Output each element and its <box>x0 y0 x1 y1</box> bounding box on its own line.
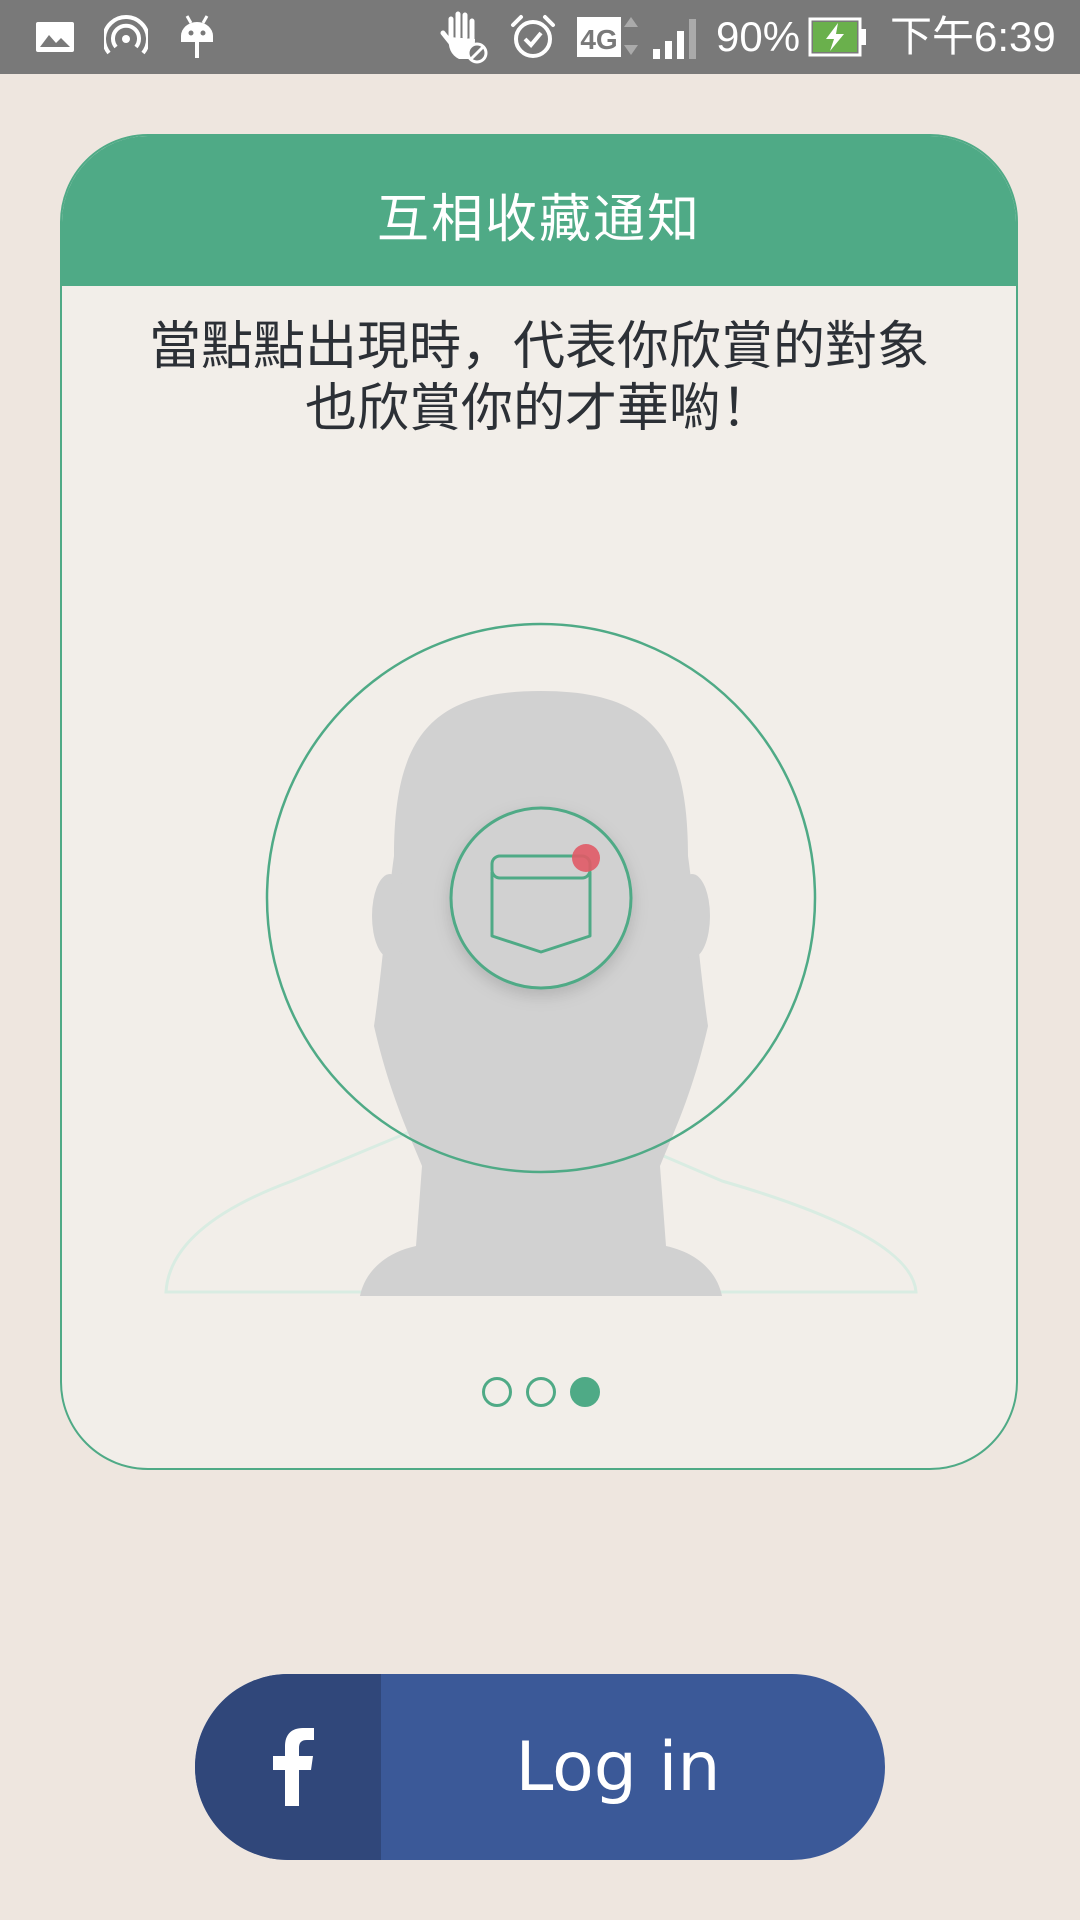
pocket-badge <box>449 806 633 990</box>
tutorial-card: 互相收藏通知 當點點出現時，代表你欣賞的對象 也欣賞你的才華喲！ <box>60 134 1018 1470</box>
android-debug-icon <box>176 0 218 74</box>
network-type-label: 4G <box>580 24 617 55</box>
do-not-disturb-hand-icon <box>438 0 490 74</box>
facebook-icon-box <box>195 1674 381 1860</box>
page-dot-1[interactable] <box>482 1377 512 1407</box>
signal-icon <box>650 0 702 74</box>
person-silhouette-icon <box>360 691 722 1296</box>
gallery-icon <box>34 0 76 74</box>
login-label: Log in <box>515 1727 721 1807</box>
alarm-icon <box>508 0 558 74</box>
battery-percent: 90% <box>716 13 801 60</box>
page-dot-2[interactable] <box>526 1377 556 1407</box>
network-4g-icon: 4G <box>576 0 642 74</box>
page-dot-3-active[interactable] <box>570 1377 600 1407</box>
battery-charging-icon <box>808 0 868 74</box>
facebook-login-button[interactable]: Log in <box>195 1674 885 1860</box>
notification-dot <box>572 844 600 872</box>
page-indicator <box>62 1377 1016 1407</box>
mutual-favorite-illustration <box>164 622 918 1296</box>
status-bar: 4G 90% 下午6:39 <box>0 0 1080 74</box>
facebook-icon <box>273 1728 314 1806</box>
clock: 下午6:39 <box>890 13 1056 60</box>
hotspot-icon <box>102 0 150 74</box>
